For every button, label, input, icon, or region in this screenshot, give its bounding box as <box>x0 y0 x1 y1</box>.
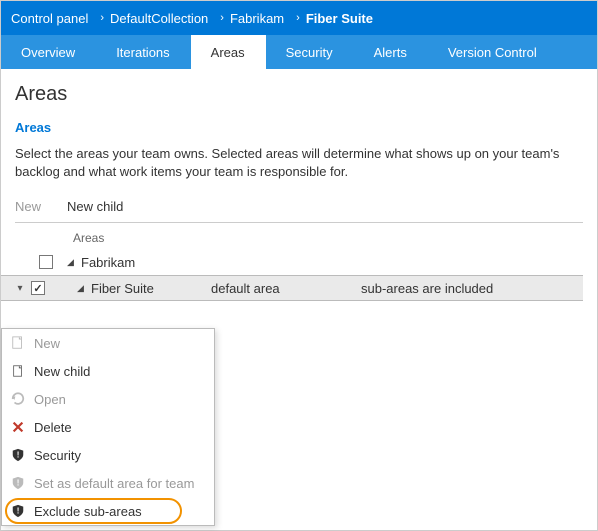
section-description: Select the areas your team owns. Selecte… <box>15 145 583 181</box>
menu-label: New <box>34 336 60 351</box>
page-title: Areas <box>15 83 583 106</box>
checkbox[interactable] <box>39 255 53 269</box>
chevron-right-icon: › <box>296 12 300 24</box>
tab-iterations[interactable]: Iterations <box>96 35 190 69</box>
menu-new: New <box>2 329 214 357</box>
tree-row[interactable]: ◢ Fabrikam <box>15 249 583 275</box>
delete-icon <box>10 419 26 435</box>
exclude-icon: ! <box>10 503 26 519</box>
row-menu-caret-icon[interactable]: ▾ <box>15 283 25 293</box>
default-area-label: default area <box>211 281 361 296</box>
menu-label: Set as default area for team <box>34 476 194 491</box>
areas-tree: Areas ◢ Fabrikam ▾ ◢ Fiber Suite default… <box>15 229 583 301</box>
toolbar: New New child <box>15 199 583 214</box>
menu-security[interactable]: ! Security <box>2 441 214 469</box>
expand-caret-icon[interactable]: ◢ <box>77 283 85 294</box>
tree-header: Areas <box>15 229 583 249</box>
tab-security[interactable]: Security <box>266 35 354 69</box>
open-icon <box>10 391 26 407</box>
breadcrumb: Control panel › DefaultCollection › Fabr… <box>1 1 597 35</box>
menu-open: Open <box>2 385 214 413</box>
divider <box>15 222 583 223</box>
breadcrumb-item-current[interactable]: Fiber Suite <box>306 11 373 26</box>
section-title: Areas <box>15 120 583 135</box>
menu-label: Delete <box>34 420 72 435</box>
menu-label: Exclude sub-areas <box>34 504 142 519</box>
tab-bar: Overview Iterations Areas Security Alert… <box>1 35 597 69</box>
breadcrumb-item[interactable]: Fabrikam <box>230 11 284 26</box>
menu-label: Security <box>34 448 81 463</box>
context-menu: New New child Open Delete ! Security ! S… <box>1 328 215 526</box>
new-child-icon <box>10 363 26 379</box>
menu-label: Open <box>34 392 66 407</box>
new-button: New <box>15 199 41 214</box>
svg-text:!: ! <box>17 507 20 516</box>
tab-version-control[interactable]: Version Control <box>428 35 558 69</box>
tab-overview[interactable]: Overview <box>1 35 96 69</box>
new-icon <box>10 335 26 351</box>
menu-label: New child <box>34 364 90 379</box>
chevron-right-icon: › <box>100 12 104 24</box>
menu-exclude-sub-areas[interactable]: ! Exclude sub-areas <box>2 497 214 525</box>
expand-caret-icon[interactable]: ◢ <box>67 257 75 268</box>
default-area-icon: ! <box>10 475 26 491</box>
svg-text:!: ! <box>17 479 20 488</box>
menu-new-child[interactable]: New child <box>2 357 214 385</box>
breadcrumb-item[interactable]: Control panel <box>11 11 88 26</box>
subareas-label: sub-areas are included <box>361 281 493 296</box>
tree-row-selected[interactable]: ▾ ◢ Fiber Suite default area sub-areas a… <box>1 275 583 301</box>
security-icon: ! <box>10 447 26 463</box>
menu-set-default: ! Set as default area for team <box>2 469 214 497</box>
tree-node-label: Fabrikam <box>81 255 201 270</box>
new-child-button[interactable]: New child <box>67 199 123 214</box>
tree-node-label: Fiber Suite <box>91 281 211 296</box>
breadcrumb-item[interactable]: DefaultCollection <box>110 11 208 26</box>
chevron-right-icon: › <box>220 12 224 24</box>
tab-areas[interactable]: Areas <box>191 35 266 69</box>
checkbox[interactable] <box>31 281 45 295</box>
menu-delete[interactable]: Delete <box>2 413 214 441</box>
tab-alerts[interactable]: Alerts <box>354 35 428 69</box>
svg-text:!: ! <box>17 451 20 460</box>
